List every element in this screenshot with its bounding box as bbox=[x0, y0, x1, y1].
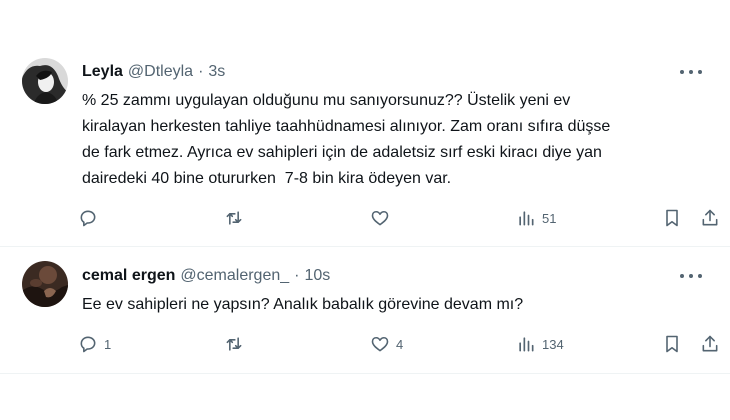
share-button[interactable] bbox=[700, 207, 720, 229]
tweet-header: Leyla @Dtleyla · 3s bbox=[82, 62, 710, 82]
reply-button[interactable] bbox=[78, 207, 104, 229]
reply-button[interactable]: 1 bbox=[78, 333, 111, 355]
display-name[interactable]: Leyla bbox=[82, 62, 123, 82]
avatar[interactable] bbox=[22, 58, 68, 104]
tweet-text: % 25 zammı uygulayan olduğunu mu sanıyor… bbox=[82, 92, 611, 187]
tweet-divider bbox=[0, 373, 730, 374]
views-icon bbox=[519, 211, 534, 226]
share-button[interactable] bbox=[700, 333, 720, 355]
separator-dot: · bbox=[198, 63, 204, 80]
bookmark-icon bbox=[666, 335, 678, 353]
views-count: 51 bbox=[542, 210, 557, 226]
like-count: 4 bbox=[396, 336, 404, 352]
views-icon bbox=[519, 337, 534, 352]
timestamp[interactable]: 10s bbox=[304, 266, 330, 286]
views-button[interactable]: 134 bbox=[516, 333, 564, 355]
like-icon bbox=[371, 210, 389, 226]
like-icon bbox=[371, 336, 389, 352]
bookmark-button[interactable] bbox=[662, 207, 682, 229]
user-handle[interactable]: @Dtleyla bbox=[128, 62, 193, 82]
reply-icon bbox=[80, 336, 96, 353]
share-icon bbox=[702, 335, 718, 352]
like-button[interactable] bbox=[370, 207, 396, 229]
retweet-button[interactable] bbox=[224, 333, 250, 355]
separator-dot: · bbox=[294, 267, 300, 284]
action-bar: 1 4 134 bbox=[78, 333, 720, 355]
user-handle[interactable]: @cemalergen_ bbox=[180, 266, 289, 286]
tweet-header: cemal ergen @cemalergen_ · 10s bbox=[82, 266, 710, 286]
views-count: 134 bbox=[542, 336, 564, 352]
retweet-icon bbox=[226, 211, 242, 225]
bookmark-icon bbox=[666, 209, 678, 227]
reply-icon bbox=[80, 210, 96, 227]
avatar[interactable] bbox=[22, 261, 68, 307]
bookmark-button[interactable] bbox=[662, 333, 682, 355]
action-bar: 51 bbox=[78, 207, 720, 229]
tweet[interactable]: cemal ergen @cemalergen_ · 10s Ee ev sah… bbox=[0, 247, 730, 373]
timestamp[interactable]: 3s bbox=[208, 62, 225, 82]
like-button[interactable]: 4 bbox=[370, 333, 403, 355]
reply-count: 1 bbox=[104, 336, 112, 352]
views-button[interactable]: 51 bbox=[516, 207, 556, 229]
display-name[interactable]: cemal ergen bbox=[82, 266, 175, 286]
tweet-text: Ee ev sahipleri ne yapsın? Analık babalı… bbox=[82, 296, 524, 313]
retweet-icon bbox=[226, 337, 242, 351]
tweet[interactable]: Leyla @Dtleyla · 3s % 25 zammı uygulayan… bbox=[0, 0, 730, 246]
retweet-button[interactable] bbox=[224, 207, 250, 229]
more-icon[interactable] bbox=[680, 268, 702, 284]
share-icon bbox=[702, 209, 718, 226]
more-icon[interactable] bbox=[680, 64, 702, 80]
